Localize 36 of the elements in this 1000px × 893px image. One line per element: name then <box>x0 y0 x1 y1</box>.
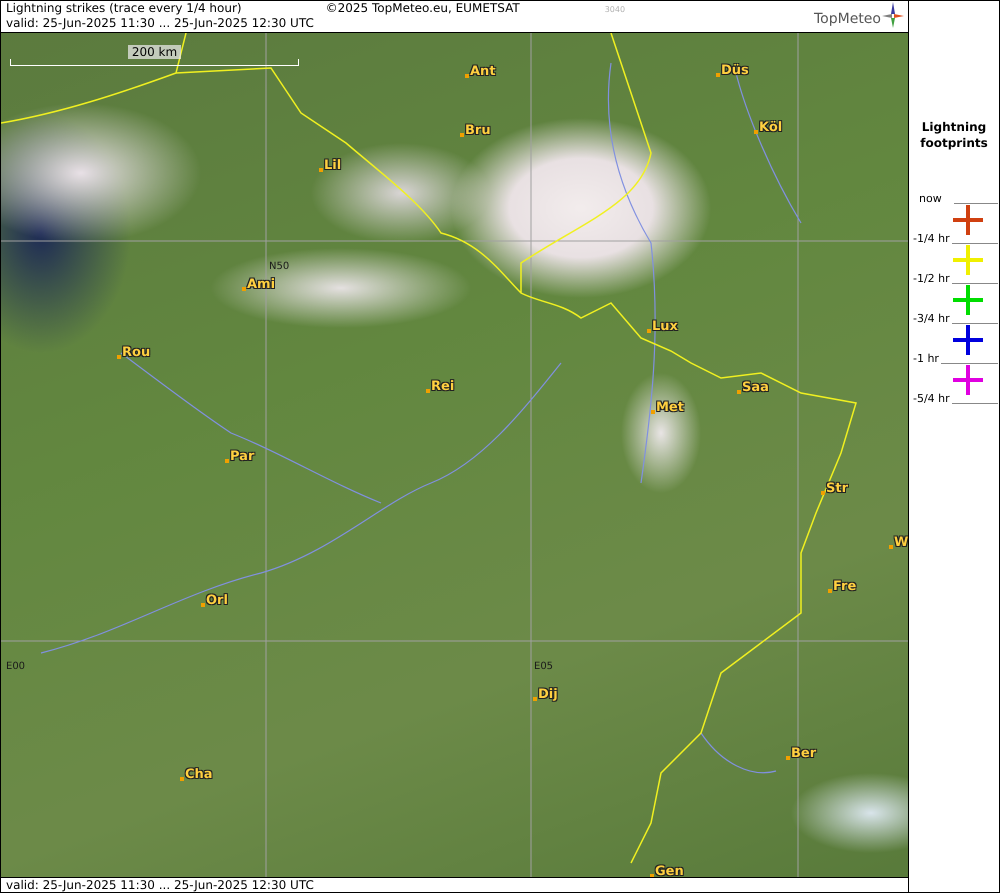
valid-time-text: valid: 25-Jun-2025 11:30 ... 25-Jun-2025 12:30 UTC <box>6 16 314 31</box>
city-label: Cha <box>185 766 213 782</box>
code-text: 3040 <box>604 5 626 14</box>
grid-label: E00 <box>6 660 26 673</box>
city-label: W <box>894 534 908 550</box>
time-label: -1/2 hr <box>913 273 950 285</box>
city-label: Rei <box>431 378 454 394</box>
city-label: Par <box>230 448 254 464</box>
time-label: -1 hr <box>913 353 939 365</box>
city-label: Rou <box>122 344 150 360</box>
city-label: Lil <box>324 158 342 173</box>
grid-label: E05 <box>534 660 554 673</box>
city-label: Fre <box>833 578 856 594</box>
city-label: Str <box>826 480 848 496</box>
city-label: Gen <box>655 864 684 877</box>
compass-logo-icon <box>882 2 904 28</box>
logo-text: TopMeteo <box>814 11 881 27</box>
city-label: Ami <box>247 276 276 292</box>
city-label: Köl <box>759 120 782 135</box>
time-label: -3/4 hr <box>913 313 950 325</box>
city-label: Saa <box>742 380 769 395</box>
map-title: Lightning strikes (trace every 1/4 hour) <box>6 1 242 16</box>
city-label: Ant <box>470 64 496 79</box>
copyright-text: ©2025 TopMeteo.eu, EUMETSAT <box>326 1 520 16</box>
time-label: -1/4 hr <box>913 233 950 245</box>
city-label: Düs <box>721 62 749 78</box>
city-label: Orl <box>206 592 228 608</box>
legend-title: Lightning footprints <box>919 119 989 151</box>
time-label: -5/4 hr <box>913 393 950 405</box>
scale-label: 200 km <box>128 44 182 59</box>
valid-time-text: valid: 25-Jun-2025 11:30 ... 25-Jun-2025 12:30 UTC <box>6 878 314 892</box>
time-label: now <box>919 193 942 205</box>
city-label: Met <box>656 400 684 415</box>
city-label: Dij <box>538 686 558 702</box>
city-label: Bru <box>465 122 491 138</box>
grid-label: N50 <box>269 260 290 273</box>
